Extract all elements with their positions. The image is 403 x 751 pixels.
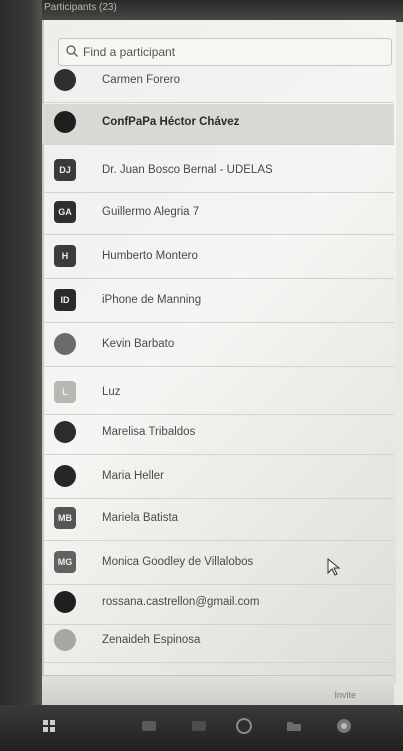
participant-name: Marelisa Tribaldos xyxy=(102,426,196,438)
folder-icon[interactable] xyxy=(285,717,303,735)
participant-avatar: ID xyxy=(54,289,76,311)
participant-avatar: GA xyxy=(54,201,76,223)
participant-name: Maria Heller xyxy=(102,470,164,482)
participant-row[interactable]: L Luz xyxy=(42,374,394,415)
start-icon[interactable] xyxy=(40,717,58,735)
participant-avatar xyxy=(54,421,76,443)
participant-name: rossana.castrellon@gmail.com xyxy=(102,596,260,608)
window-title: Participants (23) xyxy=(44,2,117,13)
participant-row[interactable]: Zenaideh Espinosa xyxy=(42,622,394,663)
chrome-icon[interactable] xyxy=(335,717,353,735)
participant-row[interactable]: GA Guillermo Alegria 7 xyxy=(42,194,394,235)
participant-row[interactable]: ConfPaPa Héctor Chávez xyxy=(42,104,394,145)
participant-avatar xyxy=(54,111,76,133)
participant-name: Guillermo Alegria 7 xyxy=(102,206,200,218)
participant-name: Kevin Barbato xyxy=(102,338,175,350)
invite-button[interactable]: Invite xyxy=(334,690,356,700)
participant-name: Carmen Forero xyxy=(102,74,180,86)
search-input[interactable] xyxy=(81,42,375,62)
participant-name: Luz xyxy=(102,386,121,398)
participant-row[interactable]: MG Monica Goodley de Villalobos xyxy=(42,544,394,585)
search-icon xyxy=(66,45,78,57)
taskbar xyxy=(0,705,403,751)
participant-name: Monica Goodley de Villalobos xyxy=(102,556,254,568)
participant-row[interactable]: rossana.castrellon@gmail.com xyxy=(42,584,394,625)
participant-name: Zenaideh Espinosa xyxy=(102,634,201,646)
participant-avatar: H xyxy=(54,245,76,267)
participant-avatar xyxy=(54,629,76,651)
participant-avatar xyxy=(54,591,76,613)
participant-avatar xyxy=(54,69,76,91)
taskbar-app-icon[interactable] xyxy=(140,717,158,735)
participant-row[interactable]: Marelisa Tribaldos xyxy=(42,414,394,455)
participant-name: Mariela Batista xyxy=(102,512,179,524)
participant-avatar xyxy=(54,465,76,487)
participant-avatar xyxy=(54,333,76,355)
browser-icon[interactable] xyxy=(235,717,253,735)
mouse-cursor-icon xyxy=(327,558,341,576)
title-bar: Participants (23) xyxy=(0,0,403,22)
participant-name: Humberto Montero xyxy=(102,250,198,262)
participant-row[interactable]: DJ Dr. Juan Bosco Bernal - UDELAS xyxy=(42,152,394,193)
panel-footer: Invite xyxy=(42,675,394,706)
participant-row[interactable]: Carmen Forero xyxy=(42,62,394,103)
participant-row[interactable]: MB Mariela Batista xyxy=(42,500,394,541)
participant-row[interactable]: Maria Heller xyxy=(42,458,394,499)
participant-avatar: L xyxy=(54,381,76,403)
taskbar-app-icon[interactable] xyxy=(190,717,208,735)
participant-name: Dr. Juan Bosco Bernal - UDELAS xyxy=(102,164,273,176)
participant-name: iPhone de Manning xyxy=(102,294,202,306)
video-area-edge xyxy=(0,0,42,705)
participant-avatar: DJ xyxy=(54,159,76,181)
participant-row[interactable]: ID iPhone de Manning xyxy=(42,282,394,323)
participant-avatar: MB xyxy=(54,507,76,529)
participant-name: ConfPaPa Héctor Chávez xyxy=(102,116,240,128)
zoom-window: Participants (23) Carmen Forero ConfPaPa … xyxy=(0,0,403,751)
participant-row[interactable]: H Humberto Montero xyxy=(42,238,394,279)
participant-row[interactable]: Kevin Barbato xyxy=(42,326,394,367)
participant-avatar: MG xyxy=(54,551,76,573)
